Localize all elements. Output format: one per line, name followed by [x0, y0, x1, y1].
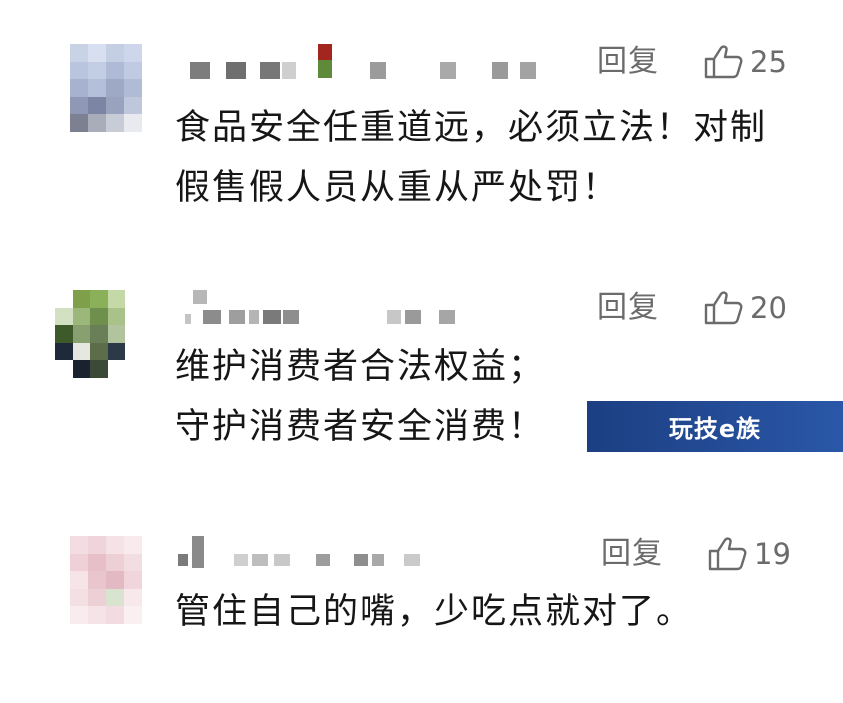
like-button[interactable]: 20: [704, 290, 787, 326]
comment-item: 回复 19 管住自己的嘴，少吃点就对了。: [0, 0, 843, 632]
like-count: 19: [754, 537, 791, 571]
avatar[interactable]: [55, 290, 125, 378]
watermark-logo: 玩技e族: [587, 401, 843, 452]
comment-text: 维护消费者合法权益； 守护消费者安全消费！: [175, 337, 545, 457]
reply-button[interactable]: 回复: [597, 290, 659, 326]
comment-text-line: 守护消费者安全消费！: [175, 407, 546, 447]
reply-button[interactable]: 回复: [601, 536, 663, 572]
like-button[interactable]: 19: [708, 536, 791, 572]
nickname-blurred[interactable]: [185, 290, 485, 324]
avatar[interactable]: [70, 536, 142, 624]
comment-text-line: 管住自己的嘴，少吃点就对了。: [175, 592, 694, 632]
comment-text-line: 维护消费者合法权益；: [175, 347, 546, 387]
watermark-text: 玩技e族: [668, 415, 762, 443]
nickname-blurred[interactable]: [178, 536, 438, 568]
like-count: 20: [750, 291, 787, 325]
comment-text: 管住自己的嘴，少吃点就对了。: [175, 582, 693, 642]
thumbs-up-icon: [708, 537, 748, 571]
thumbs-up-icon: [704, 291, 744, 325]
